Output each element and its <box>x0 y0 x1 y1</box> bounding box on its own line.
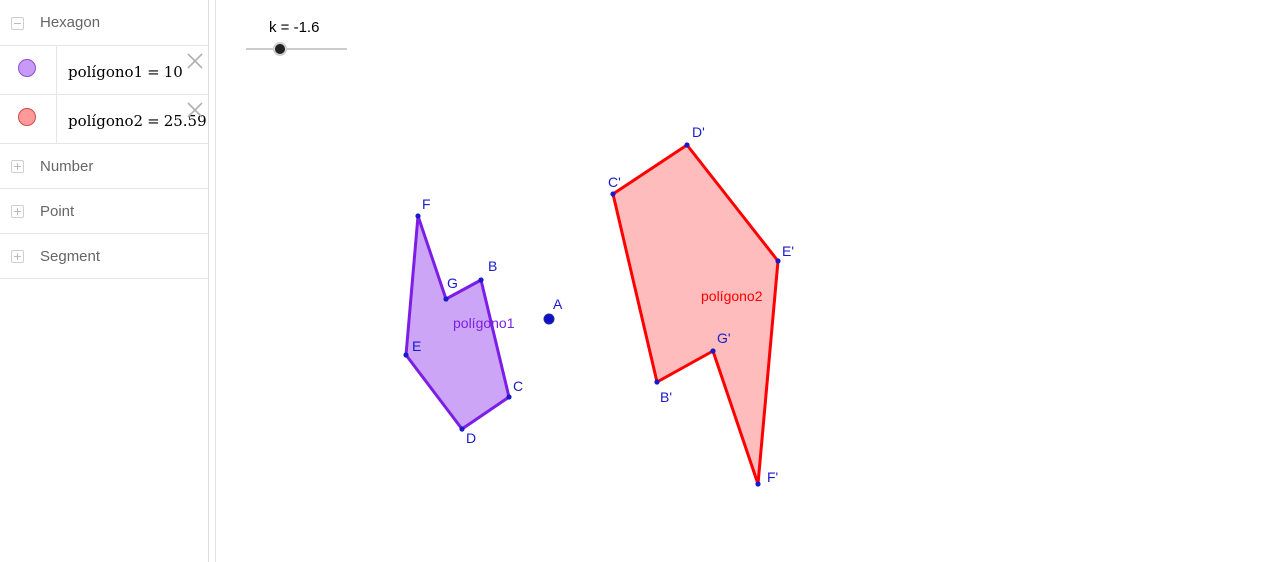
point-c[interactable] <box>506 394 512 400</box>
poligono2-label: polígono2 <box>701 288 763 304</box>
poligono2-shape[interactable] <box>611 143 780 486</box>
point-d-prime[interactable] <box>684 142 690 148</box>
point-b[interactable] <box>478 277 484 283</box>
graphics-view[interactable]: polígono1 polígono2 A B C D E F G B' C' … <box>0 0 1277 562</box>
label-f: F <box>422 196 431 212</box>
label-b: B <box>488 258 497 274</box>
label-a: A <box>553 296 563 312</box>
point-d[interactable] <box>459 426 465 432</box>
point-e-prime[interactable] <box>775 258 781 264</box>
label-f-prime: F' <box>767 469 778 485</box>
label-g-prime: G' <box>717 330 731 346</box>
label-g: G <box>447 275 458 291</box>
point-b-prime[interactable] <box>654 379 660 385</box>
label-c: C <box>513 378 523 394</box>
label-b-prime: B' <box>660 389 672 405</box>
label-e: E <box>412 338 421 354</box>
point-a[interactable] <box>543 313 555 325</box>
slider-k[interactable] <box>246 42 347 56</box>
slider-knob[interactable] <box>275 44 285 54</box>
point-g-prime[interactable] <box>710 348 716 354</box>
label-e-prime: E' <box>782 243 794 259</box>
point-c-prime[interactable] <box>610 191 616 197</box>
point-f[interactable] <box>415 213 421 219</box>
label-d-prime: D' <box>692 124 705 140</box>
point-f-prime[interactable] <box>755 481 761 487</box>
point-g[interactable] <box>443 296 449 302</box>
label-d: D <box>466 430 476 446</box>
label-c-prime: C' <box>608 174 621 190</box>
poligono1-label: polígono1 <box>453 315 515 331</box>
point-e[interactable] <box>403 352 409 358</box>
